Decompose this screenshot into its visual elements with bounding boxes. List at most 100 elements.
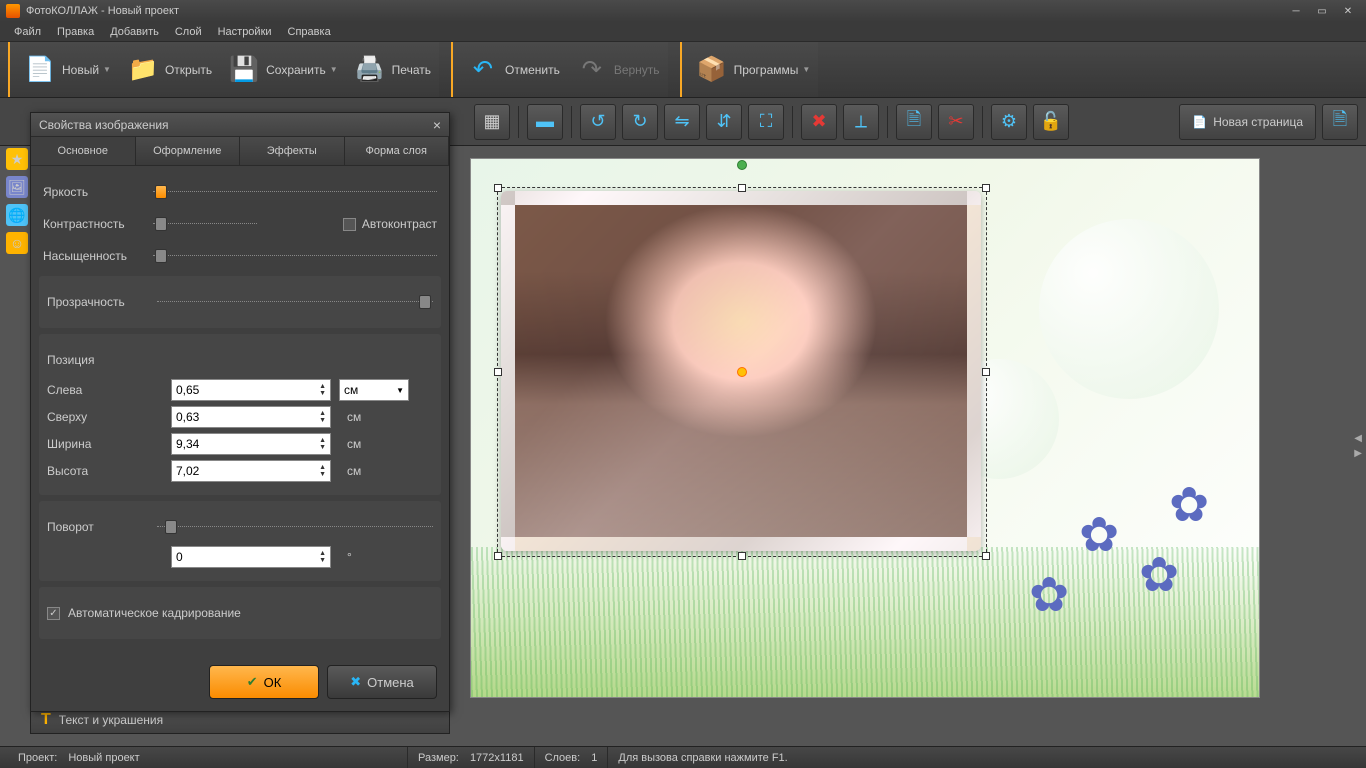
top-input[interactable]: 0,63▲▼ bbox=[171, 406, 331, 428]
text-icon: T bbox=[41, 711, 51, 729]
titlebar: ФотоКОЛЛАЖ - Новый проект ─ ▭ ✕ bbox=[0, 0, 1366, 22]
status-layers: Слоев: 1 bbox=[535, 747, 609, 768]
maximize-button[interactable]: ▭ bbox=[1310, 4, 1334, 18]
menu-file[interactable]: Файл bbox=[6, 24, 49, 40]
position-label: Позиция bbox=[47, 353, 157, 367]
saturation-label: Насыщенность bbox=[43, 249, 153, 263]
rotate-right-icon[interactable]: ↻ bbox=[622, 104, 658, 140]
check-icon: ✔ bbox=[247, 674, 258, 690]
flower-decor bbox=[1169, 477, 1229, 537]
resize-handle[interactable] bbox=[494, 184, 502, 192]
undo-button[interactable]: ↶ Отменить bbox=[459, 47, 568, 93]
resize-handle[interactable] bbox=[982, 552, 990, 560]
undo-icon: ↶ bbox=[467, 54, 499, 86]
cut-icon[interactable]: ✂ bbox=[938, 104, 974, 140]
resize-handle[interactable] bbox=[982, 184, 990, 192]
chevron-down-icon: ▼ bbox=[103, 65, 111, 74]
canvas[interactable] bbox=[470, 158, 1260, 698]
menu-help[interactable]: Справка bbox=[280, 24, 339, 40]
selection-box[interactable] bbox=[497, 187, 987, 557]
align-icon[interactable]: ▬ bbox=[527, 104, 563, 140]
tab-effects[interactable]: Эффекты bbox=[240, 137, 345, 165]
redo-button[interactable]: ↷ Вернуть bbox=[568, 47, 668, 93]
center-handle[interactable] bbox=[737, 367, 747, 377]
page-nav: ◀ ▶ bbox=[1354, 433, 1362, 459]
new-page-button[interactable]: 📄 Новая страница bbox=[1179, 104, 1316, 140]
panel-tabs: Основное Оформление Эффекты Форма слоя bbox=[31, 137, 449, 166]
canvas-wrap: ◀ ▶ bbox=[440, 146, 1366, 746]
resize-handle[interactable] bbox=[738, 184, 746, 192]
open-label: Открыть bbox=[165, 63, 212, 77]
cross-icon: ✖ bbox=[350, 674, 361, 690]
contrast-slider[interactable] bbox=[153, 217, 257, 231]
flower-decor bbox=[1079, 507, 1139, 567]
crop-icon[interactable]: ⟂ bbox=[843, 104, 879, 140]
rotate-handle[interactable] bbox=[737, 160, 747, 170]
brightness-slider[interactable] bbox=[153, 185, 437, 199]
contrast-label: Контрастность bbox=[43, 217, 153, 231]
minimize-button[interactable]: ─ bbox=[1284, 4, 1308, 18]
star-category-icon[interactable]: ★ bbox=[6, 148, 28, 170]
lock-icon[interactable]: 🔓 bbox=[1033, 104, 1069, 140]
floppy-icon: 💾 bbox=[228, 54, 260, 86]
programs-button[interactable]: 📦 Программы ▼ bbox=[688, 47, 819, 93]
flower-decor bbox=[1029, 567, 1089, 627]
cancel-button[interactable]: ✖ Отмена bbox=[327, 665, 437, 699]
close-icon[interactable]: × bbox=[433, 117, 441, 133]
autocrop-checkbox[interactable]: ✓ bbox=[47, 607, 60, 620]
ok-button[interactable]: ✔ ОК bbox=[209, 665, 319, 699]
page-plus-icon: 📄 bbox=[1192, 115, 1207, 129]
app-icon bbox=[6, 4, 20, 18]
close-button[interactable]: ✕ bbox=[1336, 4, 1360, 18]
chevron-down-icon: ▼ bbox=[802, 65, 810, 74]
fit-icon[interactable]: ⛶ bbox=[748, 104, 784, 140]
page-settings-icon[interactable]: 🗎 bbox=[1322, 104, 1358, 140]
left-input[interactable]: 0,65▲▼ bbox=[171, 379, 331, 401]
smile-category-icon[interactable]: ☺ bbox=[6, 232, 28, 254]
save-button[interactable]: 💾 Сохранить ▼ bbox=[220, 47, 346, 93]
top-label: Сверху bbox=[47, 410, 171, 424]
status-project: Проект: Новый проект bbox=[8, 747, 408, 768]
delete-icon[interactable]: ✖ bbox=[801, 104, 837, 140]
new-button[interactable]: 📄 Новый ▼ bbox=[16, 47, 119, 93]
height-label: Высота bbox=[47, 464, 171, 478]
menu-edit[interactable]: Правка bbox=[49, 24, 102, 40]
arrow-left-icon[interactable]: ◀ bbox=[1354, 433, 1362, 444]
layer-order-icon[interactable]: ▦ bbox=[474, 104, 510, 140]
opacity-slider[interactable] bbox=[157, 295, 433, 309]
document-icon: 📄 bbox=[24, 54, 56, 86]
statusbar: Проект: Новый проект Размер: 1772x1181 С… bbox=[0, 746, 1366, 768]
resize-handle[interactable] bbox=[494, 552, 502, 560]
flip-v-icon[interactable]: ⇵ bbox=[706, 104, 742, 140]
menu-add[interactable]: Добавить bbox=[102, 24, 167, 40]
picture-category-icon[interactable]: 🖼 bbox=[6, 176, 28, 198]
height-input[interactable]: 7,02▲▼ bbox=[171, 460, 331, 482]
rotation-label: Поворот bbox=[47, 520, 157, 534]
settings-icon[interactable]: ⚙ bbox=[991, 104, 1027, 140]
tab-shape[interactable]: Форма слоя bbox=[345, 137, 450, 165]
rotation-slider[interactable] bbox=[157, 520, 433, 534]
panel-title: Свойства изображения bbox=[39, 118, 169, 132]
globe-category-icon[interactable]: 🌐 bbox=[6, 204, 28, 226]
box-icon: 📦 bbox=[696, 54, 728, 86]
tab-decoration[interactable]: Оформление bbox=[136, 137, 241, 165]
menu-settings[interactable]: Настройки bbox=[210, 24, 280, 40]
flip-h-icon[interactable]: ⇋ bbox=[664, 104, 700, 140]
properties-panel: Свойства изображения × Основное Оформлен… bbox=[30, 112, 450, 712]
resize-handle[interactable] bbox=[494, 368, 502, 376]
print-button[interactable]: 🖨️ Печать bbox=[346, 47, 439, 93]
arrow-right-icon[interactable]: ▶ bbox=[1354, 448, 1362, 459]
menu-layer[interactable]: Слой bbox=[167, 24, 210, 40]
saturation-slider[interactable] bbox=[153, 249, 437, 263]
rotate-left-icon[interactable]: ↺ bbox=[580, 104, 616, 140]
autocontrast-checkbox[interactable] bbox=[343, 218, 356, 231]
rotation-input[interactable]: 0▲▼ bbox=[171, 546, 331, 568]
open-button[interactable]: 📁 Открыть bbox=[119, 47, 220, 93]
replace-icon[interactable]: 🗎 bbox=[896, 104, 932, 140]
unit-select[interactable]: см▼ bbox=[339, 379, 409, 401]
tab-main[interactable]: Основное bbox=[31, 137, 136, 165]
resize-handle[interactable] bbox=[982, 368, 990, 376]
width-input[interactable]: 9,34▲▼ bbox=[171, 433, 331, 455]
resize-handle[interactable] bbox=[738, 552, 746, 560]
panel-header[interactable]: Свойства изображения × bbox=[31, 113, 449, 137]
